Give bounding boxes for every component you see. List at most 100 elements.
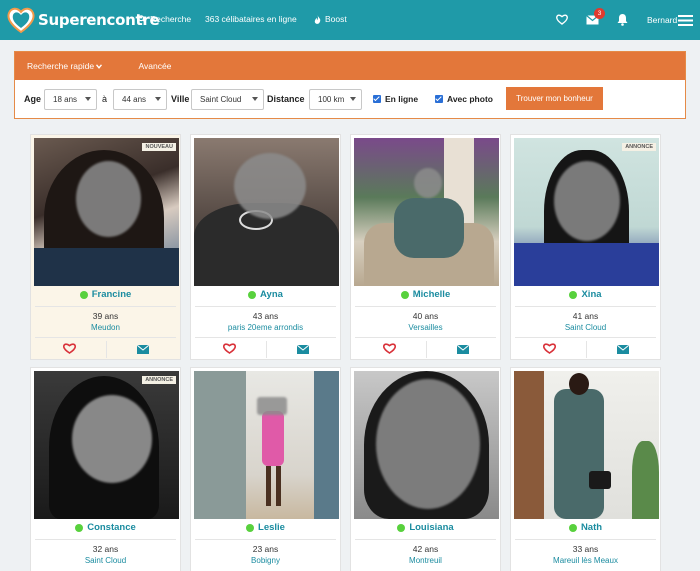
nav-boost-link[interactable]: Boost [314,14,347,24]
profile-age: 39 ans [92,311,119,321]
message-envelope-icon[interactable] [296,344,310,357]
favorites-heart-icon[interactable] [556,14,568,28]
notifications-bell-icon[interactable] [617,13,628,29]
age-max-value: 44 ans [122,95,147,104]
search-tabs: Recherche rapide Avancée [15,52,685,80]
online-checkbox[interactable] [373,95,381,103]
distance-select[interactable]: 100 km [309,89,362,110]
city-label: Ville [171,94,190,104]
profile-tag: NOUVEAU [142,143,176,151]
caret-down-icon [85,97,91,101]
message-envelope-icon[interactable] [456,344,470,357]
profile-city: Mareuil lès Meaux [553,556,618,565]
profile-card[interactable]: Michelle 40 ans Versailles [350,134,501,360]
age-label: Age [24,94,42,104]
profile-name[interactable]: Louisiana [409,522,453,533]
profile-name[interactable]: Nath [581,522,602,533]
heart-logo-icon [6,6,36,34]
distance-label: Distance [267,94,305,104]
online-status-dot [568,523,577,532]
profile-photo[interactable]: NOUVEAU [34,138,179,286]
like-heart-icon[interactable] [542,343,557,357]
like-heart-icon[interactable] [382,343,397,357]
nav-search-link[interactable]: Recherche [138,14,191,24]
top-navbar: Superencontre Recherche 363 célibataires… [0,0,700,40]
profile-age: 33 ans [572,544,599,554]
city-value: Saint Cloud [200,95,242,104]
user-name-menu[interactable]: Bernard [647,15,677,25]
profile-card[interactable]: Nath 33 ans Mareuil lès Meaux [510,367,661,571]
message-envelope-icon[interactable] [616,344,630,357]
caret-down-icon [252,97,258,101]
age-max-select[interactable]: 44 ans [113,89,167,110]
profile-card[interactable]: NOUVEAU Francine 39 ans Meudon [30,134,181,360]
tab-quick-search[interactable]: Recherche rapide [27,61,103,71]
profile-photo[interactable] [354,371,499,519]
profile-name[interactable]: Xina [581,289,601,300]
nav-boost-label: Boost [325,14,347,24]
messages-badge: 3 [594,8,605,19]
age-min-select[interactable]: 18 ans [44,89,97,110]
online-status-dot [248,290,257,299]
nav-online-link[interactable]: 363 célibataires en ligne [205,14,297,24]
actions-divider [426,341,427,358]
nav-online-label: 363 célibataires en ligne [205,14,297,24]
flame-icon [314,14,321,24]
profile-photo[interactable] [194,371,339,519]
profile-photo[interactable]: ANNONCE [514,138,659,286]
caret-down-icon [155,97,161,101]
city-select[interactable]: Saint Cloud [191,89,264,110]
caret-down-icon [350,97,356,101]
profile-card[interactable]: Ayna 43 ans paris 20eme arrondis [190,134,341,360]
like-heart-icon[interactable] [222,343,237,357]
messages-envelope-icon[interactable]: 3 [586,8,605,28]
site-logo[interactable]: Superencontre [6,6,160,34]
profile-card[interactable]: Leslie 23 ans Bobigny [190,367,341,571]
with-photo-checkbox[interactable] [435,95,443,103]
search-filters: Age 18 ans à 44 ans Ville Saint Cloud Di… [15,80,685,120]
profile-tag: ANNONCE [622,143,656,151]
profile-age: 32 ans [92,544,119,554]
profile-name[interactable]: Ayna [260,289,283,300]
profile-name[interactable]: Michelle [413,289,451,300]
profile-photo[interactable] [354,138,499,286]
profile-age: 43 ans [252,311,279,321]
profile-age: 41 ans [572,311,599,321]
profile-age: 42 ans [412,544,439,554]
profile-city: Versailles [408,323,443,332]
profile-name[interactable]: Constance [87,522,136,533]
profile-name[interactable]: Francine [92,289,132,300]
online-status-dot [397,523,406,532]
profile-photo[interactable] [194,138,339,286]
profile-age: 23 ans [252,544,279,554]
profile-city: Bobigny [251,556,280,565]
profile-city: Montreuil [409,556,442,565]
profile-card[interactable]: Louisiana 42 ans Montreuil [350,367,501,571]
hamburger-menu-icon[interactable] [678,15,693,29]
tab-quick-search-label: Recherche rapide [27,61,95,71]
profile-city: paris 20eme arrondis [227,323,304,332]
profile-card[interactable]: ANNONCE Xina 41 ans Saint Cloud [510,134,661,360]
online-status-dot [75,523,84,532]
online-status-dot [246,523,255,532]
distance-value: 100 km [318,95,345,104]
message-envelope-icon[interactable] [136,344,150,357]
with-photo-checkbox-label: Avec photo [447,94,493,104]
age-to-label: à [102,94,108,104]
like-heart-icon[interactable] [62,343,77,357]
actions-divider [266,341,267,358]
chevron-down-icon [96,64,103,69]
tab-advanced-search[interactable]: Avancée [138,61,171,71]
profile-city: Saint Cloud [84,556,127,565]
profile-city: Saint Cloud [564,323,607,332]
profile-name[interactable]: Leslie [258,522,285,533]
find-button[interactable]: Trouver mon bonheur [506,87,603,110]
profile-card[interactable]: ANNONCE Constance 32 ans Saint Cloud [30,367,181,571]
nav-search-label: Recherche [150,14,192,24]
profile-photo[interactable] [514,371,659,519]
age-min-value: 18 ans [53,95,78,104]
online-status-dot [400,290,409,299]
profile-photo[interactable]: ANNONCE [34,371,179,519]
profile-city: Meudon [91,323,120,332]
online-status-dot [79,290,88,299]
